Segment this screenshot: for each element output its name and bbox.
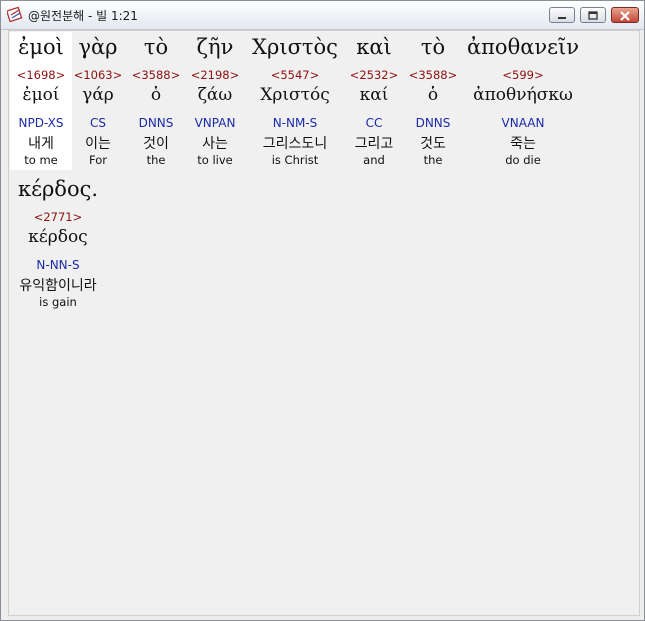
strong-number[interactable]: <599> bbox=[463, 68, 583, 82]
greek-word: γὰρ bbox=[78, 35, 118, 59]
parsing-code: NPD-XS bbox=[18, 116, 64, 130]
english-gloss: is Christ bbox=[271, 153, 319, 167]
english-gloss: to me bbox=[24, 153, 58, 167]
parsing-code: DNNS bbox=[415, 116, 451, 130]
lemma: ζάω bbox=[197, 85, 233, 105]
korean-gloss: 그리스도니 bbox=[262, 136, 328, 152]
english-gloss: to live bbox=[197, 153, 233, 167]
strong-number[interactable]: <1698> bbox=[10, 68, 72, 82]
english-gloss: the bbox=[423, 153, 443, 167]
lemma: ἀποθνήσκω bbox=[473, 85, 573, 105]
lemma: ὁ bbox=[427, 85, 439, 105]
greek-word: Χριστὸς bbox=[252, 35, 338, 59]
greek-word: καὶ bbox=[356, 35, 392, 59]
strong-number[interactable]: <1063> bbox=[70, 68, 126, 82]
window-title: @원전분해 - 빌 1:21 bbox=[28, 9, 138, 23]
parsing-code: VNAAN bbox=[501, 116, 545, 130]
close-icon bbox=[620, 11, 630, 21]
lemma: κέρδος bbox=[28, 227, 88, 247]
title-bar[interactable]: @원전분해 - 빌 1:21 bbox=[1, 1, 644, 30]
parsing-code: DNNS bbox=[138, 116, 174, 130]
maximize-icon bbox=[588, 11, 598, 20]
strong-number[interactable]: <2198> bbox=[186, 68, 244, 82]
greek-word: ἀποθανεῖν bbox=[466, 35, 580, 59]
korean-gloss: 이는 bbox=[85, 136, 111, 152]
greek-word: τὸ bbox=[420, 35, 446, 59]
lemma: γάρ bbox=[82, 85, 114, 105]
greek-word: ζῆν bbox=[196, 35, 234, 59]
parsing-code: VNPAN bbox=[194, 116, 236, 130]
english-gloss: is gain bbox=[39, 295, 77, 309]
greek-word: ἐμοὶ bbox=[18, 35, 64, 59]
strong-number[interactable]: <5547> bbox=[247, 68, 343, 82]
close-button[interactable] bbox=[611, 7, 639, 23]
strong-number[interactable]: <3588> bbox=[405, 68, 461, 82]
strong-number[interactable]: <2771> bbox=[10, 210, 106, 224]
minimize-icon bbox=[558, 17, 566, 19]
greek-word: κέρδος. bbox=[17, 177, 99, 201]
parsing-code: N-NN-S bbox=[36, 258, 80, 272]
english-gloss: the bbox=[146, 153, 166, 167]
korean-gloss: 유익함이니라 bbox=[19, 278, 97, 294]
greek-word: τὸ bbox=[143, 35, 169, 59]
parsing-panel: ἐμοὶ <1698> ἐμοί NPD-XS 내게 to me γὰρ <10… bbox=[8, 30, 640, 616]
english-gloss: and bbox=[363, 153, 385, 167]
korean-gloss: 사는 bbox=[202, 136, 228, 152]
english-gloss: For bbox=[89, 153, 107, 167]
korean-gloss: 내게 bbox=[28, 136, 54, 152]
app-window: @원전분해 - 빌 1:21 ἐμοὶ <1698> ἐμοί NPD-XS 내… bbox=[0, 0, 645, 621]
korean-gloss: 것이 bbox=[143, 136, 169, 152]
korean-gloss: 죽는 bbox=[510, 136, 536, 152]
english-gloss: do die bbox=[505, 153, 541, 167]
minimize-button[interactable] bbox=[549, 7, 575, 23]
parsing-code: CC bbox=[365, 116, 383, 130]
lemma: καί bbox=[359, 85, 389, 105]
strong-number[interactable]: <2532> bbox=[346, 68, 402, 82]
lemma: Χριστός bbox=[260, 85, 330, 105]
parsing-code: N-NM-S bbox=[272, 116, 318, 130]
lemma: ὁ bbox=[150, 85, 162, 105]
maximize-button[interactable] bbox=[580, 7, 606, 23]
app-icon bbox=[7, 6, 23, 22]
parsing-code: CS bbox=[90, 116, 106, 130]
korean-gloss: 것도 bbox=[420, 136, 446, 152]
korean-gloss: 그리고 bbox=[354, 136, 394, 152]
lemma: ἐμοί bbox=[22, 85, 60, 105]
strong-number[interactable]: <3588> bbox=[128, 68, 184, 82]
